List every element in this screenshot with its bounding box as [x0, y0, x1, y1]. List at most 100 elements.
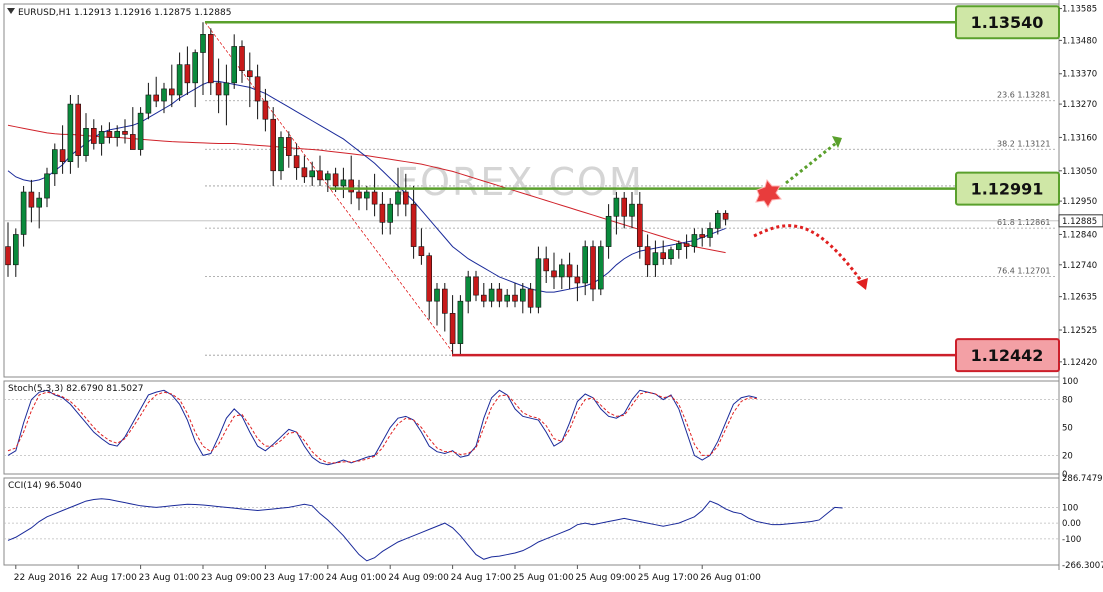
candle-body [13, 234, 19, 266]
price-tick-label: 1.13050 [1062, 167, 1097, 177]
fib-level-label: 76.4 1.12701 [997, 267, 1050, 276]
price-tick-label: 1.13270 [1062, 100, 1097, 110]
candle-body [231, 46, 237, 84]
cci-tick-label: -100 [1062, 535, 1081, 545]
candle-body [441, 288, 448, 314]
time-tick-label: 25 Aug 09:00 [575, 573, 636, 583]
key-level-label: 1.12991 [971, 180, 1044, 199]
time-tick-label: 22 Aug 17:00 [76, 573, 137, 583]
candle-body [699, 234, 706, 238]
candle-body [348, 179, 355, 193]
price-tick-label: 1.12840 [1062, 230, 1097, 240]
forex-chart: 23.6 1.13281 38.2 1.13121 61.8 1.12861 76.4… [0, 0, 1103, 588]
candle-body [340, 179, 347, 187]
candle-body [551, 270, 557, 278]
candle-body [590, 246, 596, 290]
candle-body [153, 94, 159, 102]
time-tick-label: 23 Aug 01:00 [139, 573, 200, 583]
time-tick-label: 25 Aug 17:00 [638, 573, 699, 583]
candle-body [597, 246, 604, 290]
candle-body [395, 191, 401, 205]
candle-body [215, 82, 222, 96]
fib-level-label: 61.8 1.12861 [997, 218, 1050, 227]
candle-body [324, 173, 331, 181]
candle-body [51, 149, 58, 175]
time-tick-label: 22 Aug 2016 [14, 573, 72, 583]
candle-body [254, 76, 261, 102]
candle-body [36, 197, 43, 208]
candle-body [83, 128, 89, 156]
candle-body [707, 228, 713, 238]
candle-body [278, 137, 284, 172]
candle-body [301, 167, 308, 178]
time-tick-label: 24 Aug 17:00 [451, 573, 512, 583]
candle-body [613, 197, 620, 217]
price-tick-label: 1.12950 [1062, 197, 1097, 207]
candle-body [200, 34, 206, 53]
key-level-label: 1.13540 [971, 13, 1044, 32]
time-tick-label: 23 Aug 17:00 [263, 573, 324, 583]
time-tick-label: 26 Aug 01:00 [700, 573, 761, 583]
candle-body [285, 137, 292, 156]
cci-label: CCI(14) 96.5040 [8, 481, 82, 491]
stoch-tick-label: 20 [1062, 451, 1073, 461]
candle-body [426, 255, 433, 302]
cci-tick-label: 100 [1062, 503, 1078, 513]
time-tick-label: 24 Aug 01:00 [326, 573, 387, 583]
candle-body [519, 288, 526, 302]
candle-body [247, 70, 253, 78]
candle-body [644, 246, 651, 266]
candle-body [309, 170, 316, 178]
cci-tick-label: 286.7479 [1062, 474, 1103, 484]
candle-body [28, 191, 35, 208]
price-tick-label: 1.12740 [1062, 261, 1097, 271]
candle-body [270, 118, 277, 172]
price-tick-label: 1.13480 [1062, 36, 1097, 46]
chart-title: EURUSD,H1 1.12913 1.12916 1.12875 1.1288… [18, 8, 231, 18]
price-tick-label: 1.13585 [1062, 5, 1097, 15]
candle-body [5, 246, 11, 266]
candle-body [480, 294, 487, 302]
candle-body [169, 88, 175, 96]
candle-body [137, 112, 144, 150]
candle-body [512, 294, 518, 302]
candle-body [130, 134, 136, 150]
chart-background [0, 0, 1103, 588]
candle-body [192, 52, 198, 84]
candle-body [59, 149, 66, 162]
candle-body [629, 203, 635, 217]
fib-level-label: 38.2 1.13121 [997, 139, 1050, 148]
cci-tick-label: 0.00 [1062, 519, 1081, 529]
candle-body [67, 103, 74, 162]
candle-body [473, 276, 479, 296]
candle-body [675, 243, 682, 250]
candle-body [363, 191, 370, 199]
candle-body [691, 234, 698, 247]
candle-body [621, 197, 628, 217]
candle-body [387, 203, 394, 223]
candle-body [293, 155, 300, 169]
candle-body [504, 294, 511, 302]
candle-body [566, 264, 573, 278]
candle-body [402, 191, 409, 205]
candle-body [122, 131, 128, 135]
candle-body [652, 252, 659, 266]
candle-body [161, 88, 167, 102]
candle-body [449, 313, 456, 344]
candle-body [223, 82, 230, 96]
price-tick-label: 1.12420 [1062, 358, 1097, 368]
candle-body [176, 64, 183, 96]
candle-body [106, 131, 113, 138]
stoch-label: Stoch(5,3,3) 82.6790 81.5027 [8, 384, 143, 394]
time-tick-label: 24 Aug 09:00 [388, 573, 449, 583]
candle-body [418, 246, 425, 256]
candle-body [75, 103, 81, 156]
chart-root: 23.6 1.13281 38.2 1.13121 61.8 1.12861 76.4… [0, 0, 1103, 588]
candle-body [356, 191, 362, 199]
candle-body [582, 246, 589, 284]
candle-body [574, 276, 581, 284]
candle-body [434, 288, 440, 302]
candle-body [91, 128, 97, 144]
candle-body [410, 203, 417, 247]
candle-body [636, 203, 643, 247]
